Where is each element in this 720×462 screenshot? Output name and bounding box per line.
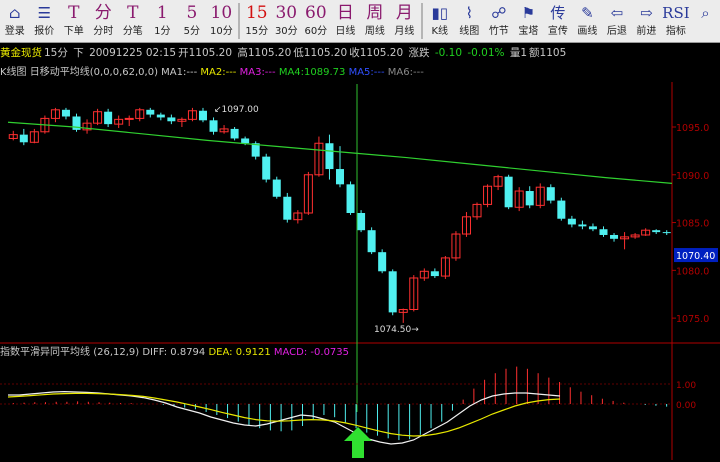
dea-line	[7, 392, 561, 437]
candle-body	[610, 234, 619, 239]
price-axis-label: 1075.0	[676, 314, 709, 325]
candle-body	[546, 187, 555, 201]
candle-body	[230, 128, 239, 139]
candle-body	[578, 224, 587, 227]
candle-body	[346, 184, 355, 213]
candle-body	[61, 109, 70, 117]
candle-body	[378, 252, 387, 272]
candle-body	[504, 176, 513, 208]
candle-body	[124, 117, 134, 120]
candle-body	[567, 218, 576, 225]
candlestick-chart[interactable]: 1095.0 1090.0 1085.0 1080.0 1075.0 1070.40 ↙10…	[0, 0, 720, 462]
candle-body	[209, 120, 218, 132]
price-axis-label: 1080.0	[676, 266, 709, 277]
candle-body	[325, 143, 334, 170]
candle-body	[283, 196, 292, 220]
diff-line	[8, 390, 561, 445]
candle-body	[272, 179, 281, 197]
candle-body	[146, 109, 155, 115]
candle-body	[388, 271, 397, 313]
price-axis-label: 1090.0	[676, 171, 709, 182]
candle-body	[167, 117, 176, 122]
green-up-arrow-icon	[344, 427, 372, 458]
candle-body	[430, 271, 439, 277]
candle-body	[241, 138, 250, 144]
price-axis-label: 1095.0	[676, 123, 709, 134]
candle-body	[104, 111, 113, 125]
candle-body	[599, 229, 608, 235]
candle-body	[335, 169, 345, 185]
candle-body	[588, 226, 597, 230]
macd-axis-label: 1.00	[676, 381, 696, 391]
macd-axis-label: 0.00	[676, 401, 696, 411]
candle-body	[652, 230, 661, 233]
candle-body	[357, 213, 366, 231]
current-price-label: 1070.40	[676, 251, 715, 262]
candle-body	[198, 110, 207, 121]
high-annotation: ↙1097.00	[214, 105, 259, 115]
candle-body	[662, 232, 671, 234]
candle-body	[262, 156, 271, 180]
candle-body	[525, 191, 534, 206]
price-axis-label: 1085.0	[676, 219, 709, 230]
candle-body	[156, 114, 165, 118]
low-annotation: 1074.50→	[374, 325, 419, 335]
candle-body	[367, 230, 376, 253]
candle-body	[19, 134, 28, 143]
candle-body	[557, 200, 566, 219]
